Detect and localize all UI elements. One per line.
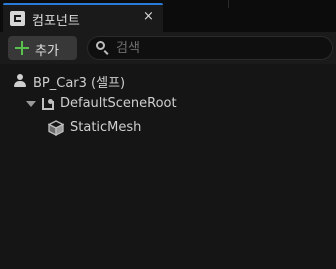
add-component-button[interactable]: 추가 [8, 36, 77, 60]
search-box[interactable] [87, 36, 333, 60]
tree-item-label: StaticMesh [70, 120, 142, 135]
tab-title: 컴포넌트 [32, 14, 80, 29]
search-input[interactable] [116, 39, 316, 57]
scene-root-icon [40, 97, 56, 113]
tab-bar: 컴포넌트 × [0, 0, 336, 32]
components-panel: 컴포넌트 × 추가 BP_Car3 (셀프) D [0, 0, 336, 269]
tab-bar-divider [228, 0, 229, 8]
component-tree: BP_Car3 (셀프) DefaultSceneRoot StaticMesh [0, 64, 336, 269]
components-tab-icon [10, 11, 25, 26]
chevron-down-icon[interactable] [26, 101, 36, 107]
tab-active-indicator [3, 3, 163, 5]
close-icon[interactable]: × [143, 9, 154, 25]
tree-item-static-mesh[interactable]: StaticMesh [0, 116, 336, 140]
plus-icon [13, 39, 31, 57]
components-toolbar: 추가 [0, 32, 336, 64]
static-mesh-icon [47, 120, 65, 137]
add-button-label: 추가 [35, 44, 59, 59]
search-icon [96, 41, 108, 53]
actor-icon [14, 74, 26, 88]
tree-item-label: BP_Car3 (셀프) [33, 76, 126, 91]
tree-item-default-scene-root[interactable]: DefaultSceneRoot [0, 92, 336, 116]
tree-item-self[interactable]: BP_Car3 (셀프) [0, 68, 336, 92]
tree-item-label: DefaultSceneRoot [60, 96, 177, 111]
tab-components[interactable]: 컴포넌트 × [3, 3, 163, 32]
